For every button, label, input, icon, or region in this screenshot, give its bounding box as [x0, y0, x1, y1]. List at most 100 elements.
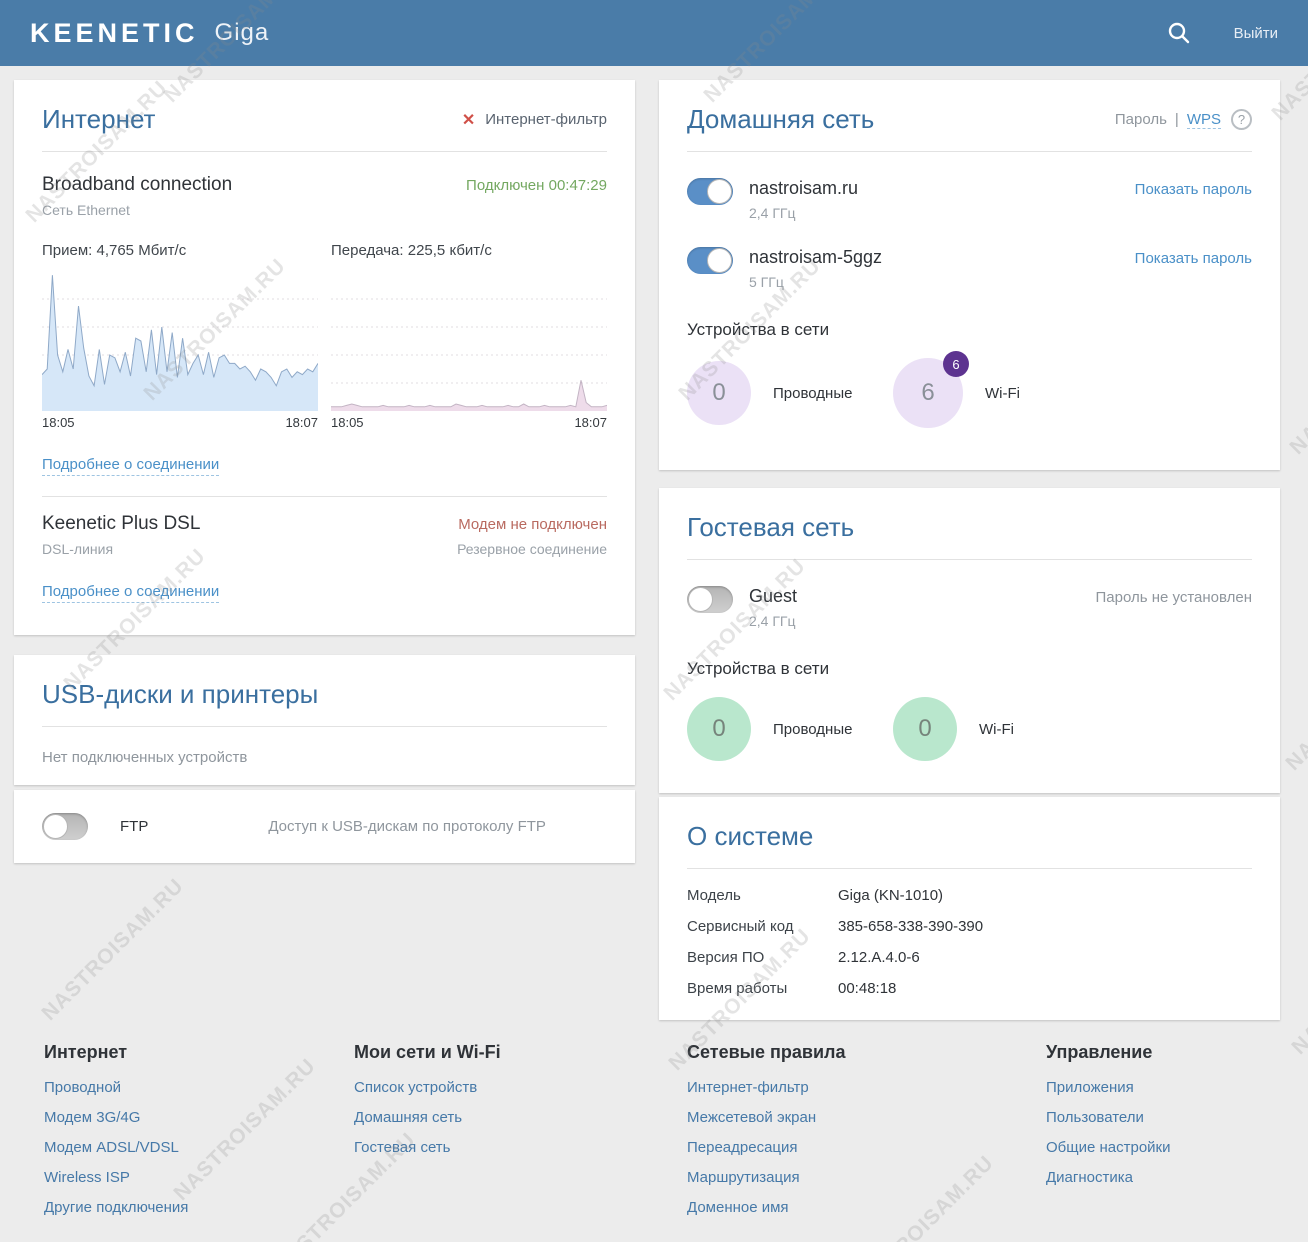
wifi-devices: 0 Wi-Fi	[893, 697, 1099, 761]
brand-logo: KEENETIC	[30, 18, 199, 49]
x-axis-end: 18:07	[574, 415, 607, 430]
footer-heading: Мои сети и Wi-Fi	[354, 1042, 501, 1063]
wired-count-circle: 0	[687, 697, 751, 761]
internet-filter-link[interactable]: ✕ Интернет-фильтр	[462, 110, 607, 130]
usb-card-title: USB-диски и принтеры	[42, 679, 318, 710]
connection-note: Резервное соединение	[457, 541, 607, 557]
download-chart: Прием: 4,765 Мбит/с 18:05 18:07	[42, 242, 318, 430]
upload-chart: Передача: 225,5 кбит/с 18:05 18:07	[331, 242, 607, 430]
footer-link-wired[interactable]: Проводной	[44, 1079, 188, 1096]
home-network-title: Домашняя сеть	[687, 104, 874, 135]
top-header: KEENETIC Giga Выйти	[0, 0, 1308, 66]
system-row: Модель Giga (KN-1010)	[687, 887, 1252, 904]
site-watermark: NASTROISAM.RU	[37, 874, 189, 1026]
x-axis-start: 18:05	[331, 415, 364, 430]
guest-password-status: Пароль не установлен	[1095, 589, 1252, 606]
footer-link-general-settings[interactable]: Общие настройки	[1046, 1139, 1171, 1156]
connection-name: Keenetic Plus DSL	[42, 513, 200, 535]
guest-network-title: Гостевая сеть	[687, 512, 854, 543]
usb-card: USB-диски и принтеры Нет подключенных ус…	[14, 655, 635, 785]
footer-col-management: Управление Приложения Пользователи Общие…	[1046, 1042, 1171, 1199]
connection-details-link[interactable]: Подробнее о соединении	[42, 583, 219, 603]
wps-link[interactable]: WPS	[1187, 111, 1221, 129]
connection-type: DSL-линия	[42, 541, 113, 557]
help-icon[interactable]: ?	[1231, 109, 1252, 130]
show-password-link[interactable]: Показать пароль	[1135, 181, 1252, 198]
footer-heading: Сетевые правила	[687, 1042, 846, 1063]
usb-empty-text: Нет подключенных устройств	[42, 749, 607, 766]
footer-link-internet-filter[interactable]: Интернет-фильтр	[687, 1079, 846, 1096]
wifi-count-circle: 0	[893, 697, 957, 761]
brand-model-name: Giga	[215, 19, 270, 47]
connection-details-link[interactable]: Подробнее о соединении	[42, 456, 219, 476]
footer-heading: Интернет	[44, 1042, 188, 1063]
footer-link-forwarding[interactable]: Переадресация	[687, 1139, 846, 1156]
wifi-toggle-5g[interactable]	[687, 247, 733, 274]
wired-devices: 0 Проводные	[687, 361, 893, 425]
logout-button[interactable]: Выйти	[1234, 25, 1278, 42]
wifi-ssid: nastroisam.ru	[749, 178, 1135, 199]
router-dashboard-page: KEENETIC Giga Выйти Интернет ✕ Интернет-…	[0, 0, 1308, 1242]
upload-chart-area	[331, 271, 607, 411]
system-row: Версия ПО 2.12.A.4.0-6	[687, 949, 1252, 966]
footer-nav: Интернет Проводной Модем 3G/4G Модем ADS…	[0, 1042, 1308, 1232]
show-password-link[interactable]: Показать пароль	[1135, 250, 1252, 267]
footer-col-my-networks: Мои сети и Wi-Fi Список устройств Домашн…	[354, 1042, 501, 1169]
system-card: О системе Модель Giga (KN-1010) Сервисны…	[659, 797, 1280, 1020]
wifi-band: 5 ГГц	[749, 274, 1135, 290]
ftp-toggle[interactable]	[42, 813, 88, 840]
devices-title: Устройства в сети	[687, 320, 1252, 340]
connection-status: Модем не подключен	[458, 516, 607, 533]
wifi-ssid: nastroisam-5ggz	[749, 247, 1135, 268]
wifi-toggle-2g[interactable]	[687, 178, 733, 205]
wifi-network-row: nastroisam-5ggz 5 ГГц Показать пароль	[687, 247, 1252, 290]
guest-ssid: Guest	[749, 586, 1095, 607]
guest-network-row: Guest 2,4 ГГц Пароль не установлен	[687, 586, 1252, 629]
x-axis-start: 18:05	[42, 415, 75, 430]
site-watermark: NASTROISAM.RU	[1285, 308, 1308, 460]
system-row: Время работы 00:48:18	[687, 980, 1252, 997]
guest-band: 2,4 ГГц	[749, 613, 1095, 629]
guest-wifi-toggle[interactable]	[687, 586, 733, 613]
internet-card: Интернет ✕ Интернет-фильтр Broadband con…	[14, 80, 635, 635]
footer-col-internet: Интернет Проводной Модем 3G/4G Модем ADS…	[44, 1042, 188, 1229]
traffic-charts: Прием: 4,765 Мбит/с 18:05 18:07 Передача…	[42, 242, 607, 430]
search-icon[interactable]	[1166, 20, 1192, 46]
wired-devices: 0 Проводные	[687, 697, 893, 761]
footer-link-other-connections[interactable]: Другие подключения	[44, 1199, 188, 1216]
wifi-devices: 6 6 Wi-Fi	[893, 358, 1099, 428]
footer-link-modem-adsl[interactable]: Модем ADSL/VDSL	[44, 1139, 188, 1156]
guest-network-card: Гостевая сеть Guest 2,4 ГГц Пароль не ус…	[659, 488, 1280, 793]
footer-link-guest-network[interactable]: Гостевая сеть	[354, 1139, 501, 1156]
filter-off-x-icon: ✕	[462, 110, 475, 130]
footer-link-applications[interactable]: Приложения	[1046, 1079, 1171, 1096]
system-row: Сервисный код 385-658-338-390-390	[687, 918, 1252, 935]
connection-type: Сеть Ethernet	[42, 202, 607, 218]
footer-link-users[interactable]: Пользователи	[1046, 1109, 1171, 1126]
footer-link-wireless-isp[interactable]: Wireless ISP	[44, 1169, 188, 1186]
site-watermark: NASTROISAM.RU	[1287, 908, 1308, 1060]
wifi-network-row: nastroisam.ru 2,4 ГГц Показать пароль	[687, 178, 1252, 221]
footer-link-firewall[interactable]: Межсетевой экран	[687, 1109, 846, 1126]
x-axis-end: 18:07	[285, 415, 318, 430]
footer-link-device-list[interactable]: Список устройств	[354, 1079, 501, 1096]
footer-link-domain-name[interactable]: Доменное имя	[687, 1199, 846, 1216]
wifi-count-badge: 6	[943, 351, 969, 377]
footer-link-diagnostics[interactable]: Диагностика	[1046, 1169, 1171, 1186]
footer-link-routing[interactable]: Маршрутизация	[687, 1169, 846, 1186]
system-card-title: О системе	[687, 821, 813, 852]
ftp-card: FTP Доступ к USB-дискам по протоколу FTP	[14, 790, 635, 863]
connection-status: Подключен 00:47:29	[466, 177, 607, 194]
footer-link-home-network[interactable]: Домашняя сеть	[354, 1109, 501, 1126]
devices-title: Устройства в сети	[687, 659, 1252, 679]
wired-count-circle: 0	[687, 361, 751, 425]
footer-heading: Управление	[1046, 1042, 1171, 1063]
ftp-description: Доступ к USB-дискам по протоколу FTP	[268, 818, 546, 835]
footer-col-network-rules: Сетевые правила Интернет-фильтр Межсетев…	[687, 1042, 846, 1229]
ftp-toggle-label: FTP	[120, 818, 148, 835]
connection-name: Broadband connection	[42, 174, 232, 196]
home-network-card: Домашняя сеть Пароль | WPS ? nastroisam.…	[659, 80, 1280, 470]
footer-link-modem-3g4g[interactable]: Модем 3G/4G	[44, 1109, 188, 1126]
password-link[interactable]: Пароль	[1115, 111, 1167, 128]
internet-card-title: Интернет	[42, 104, 155, 135]
